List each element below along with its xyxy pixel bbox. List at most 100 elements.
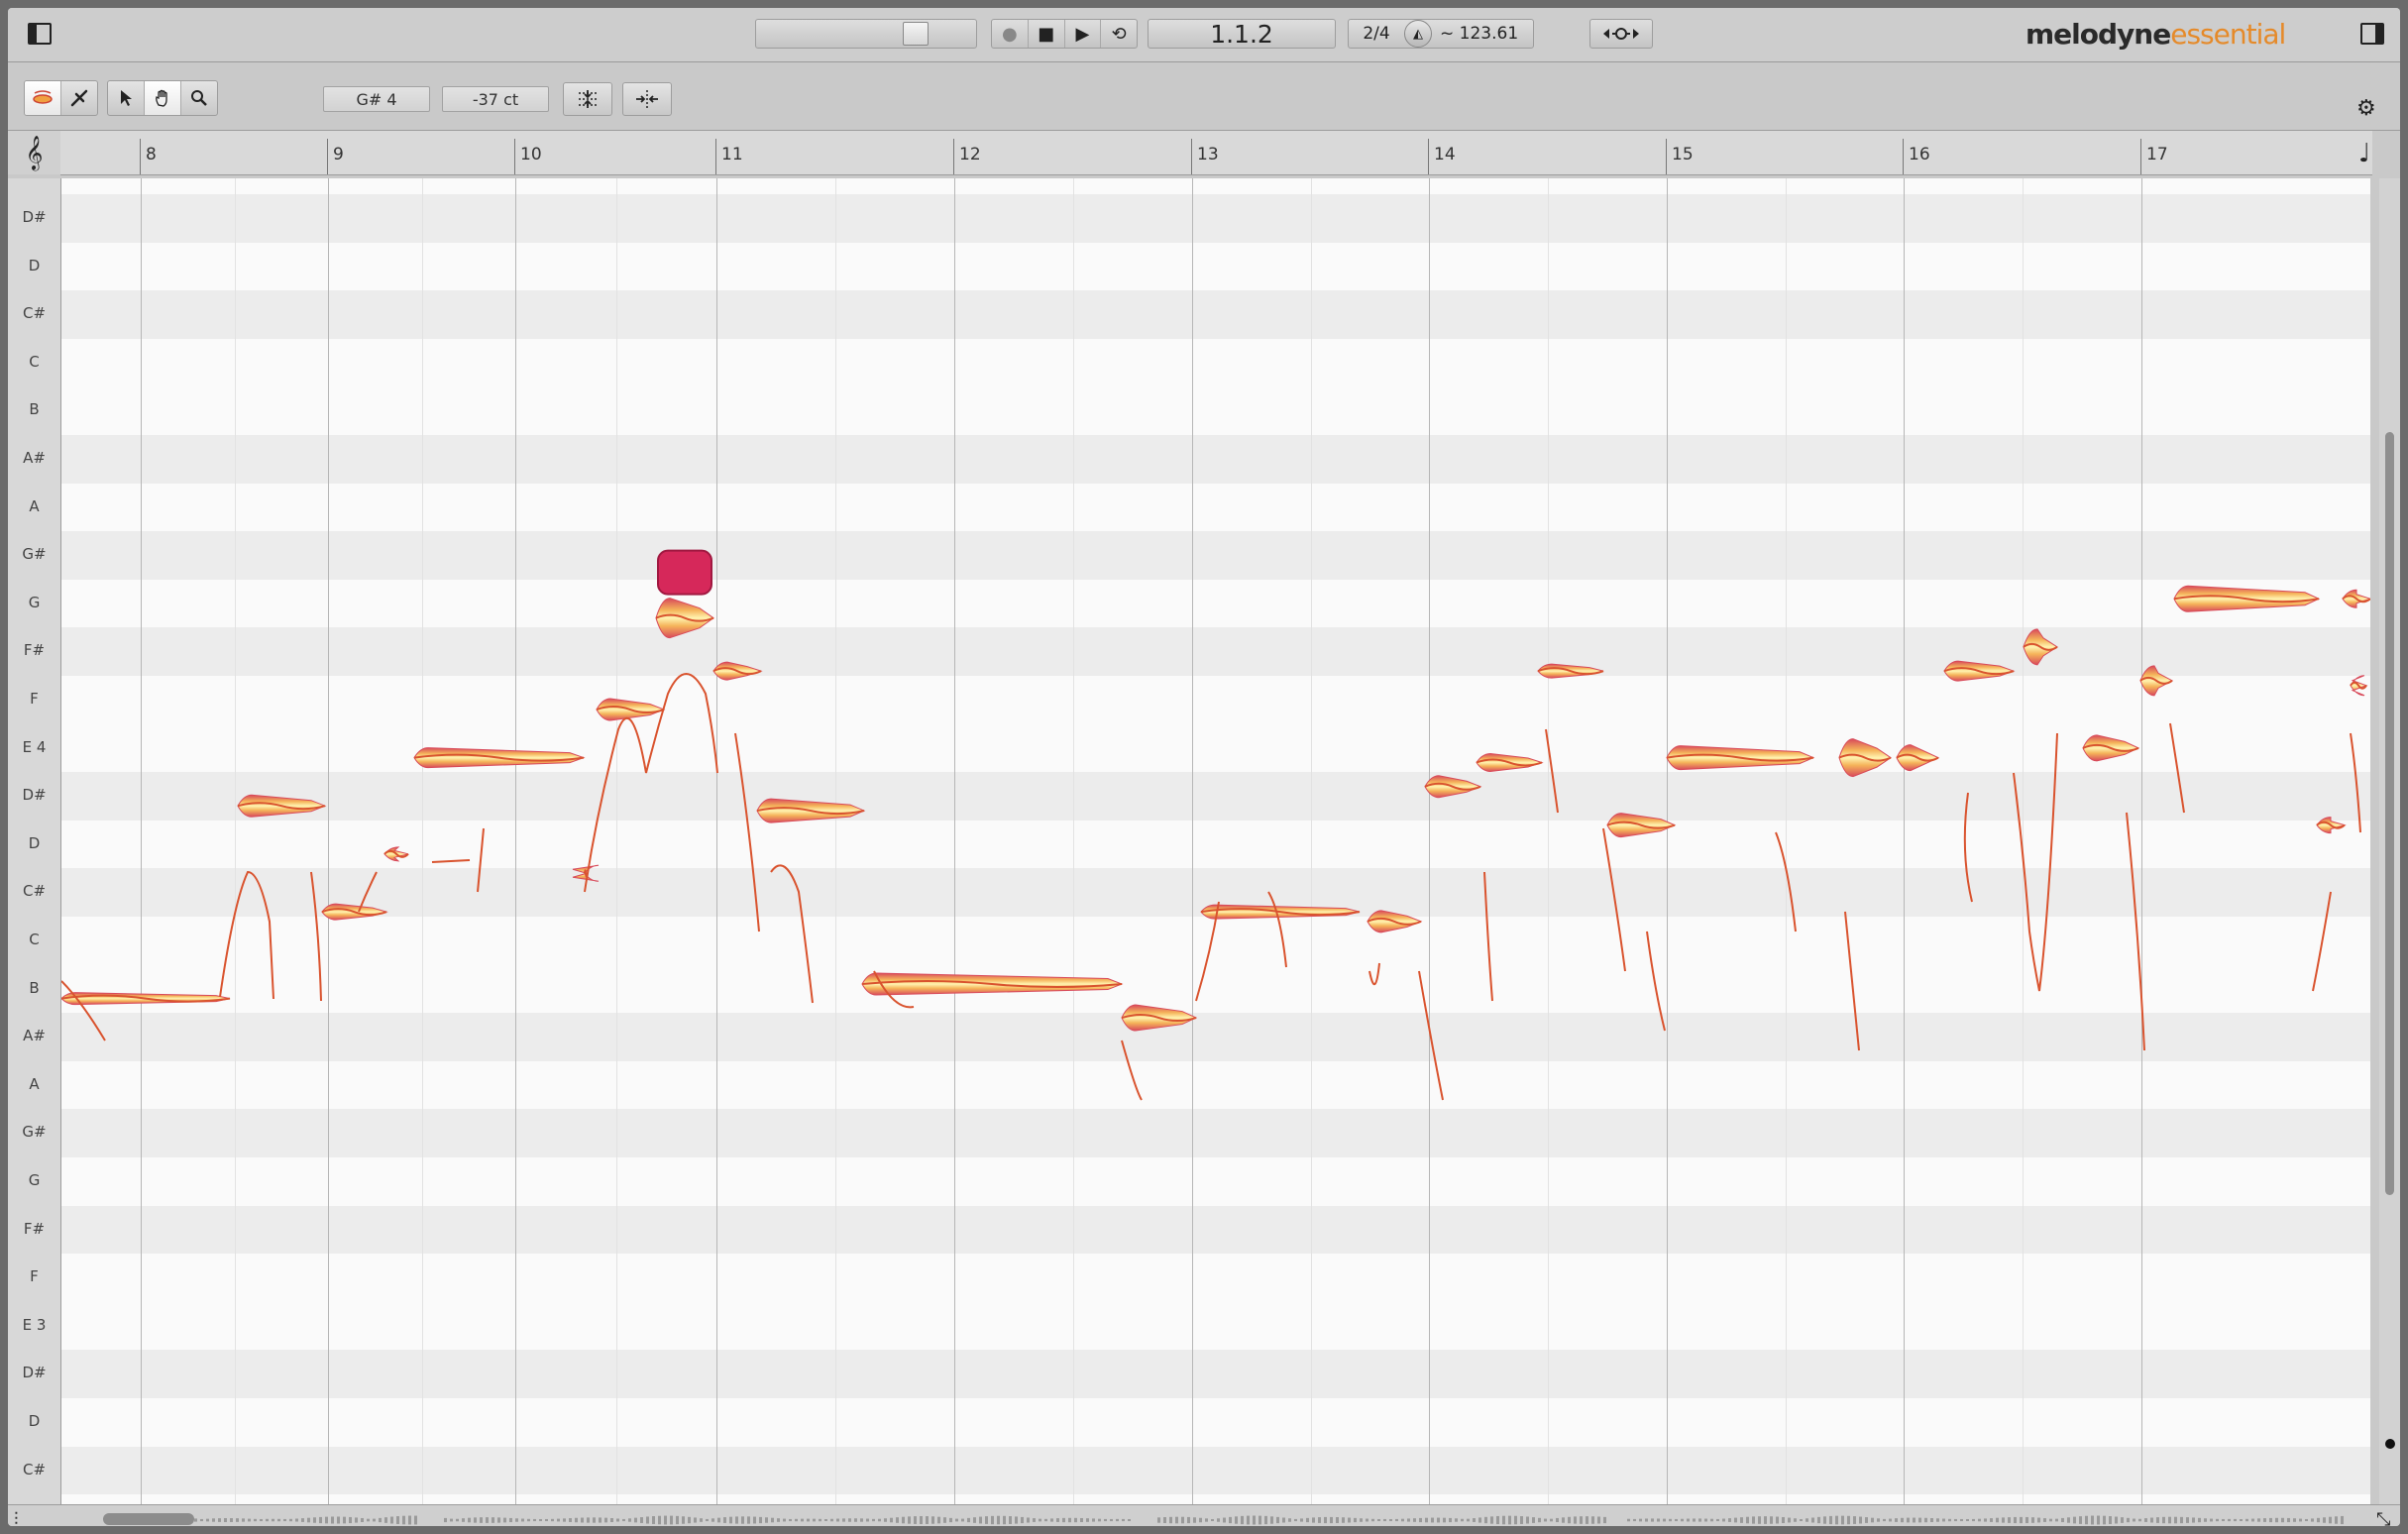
overview-wave-segment: [1205, 1518, 1208, 1522]
quantize-pitch-button[interactable]: [563, 82, 612, 116]
overview-wave-segment: [1223, 1517, 1226, 1523]
overview-wave-segment: [1698, 1518, 1701, 1522]
tempo-sync-button[interactable]: [1589, 19, 1653, 49]
overview-wave-segment: [783, 1518, 786, 1522]
overview-wave-segment: [575, 1517, 578, 1523]
selected-note-blob[interactable]: [657, 549, 712, 596]
overview-wave-segment: [343, 1516, 346, 1524]
overview-wave-segment: [1324, 1516, 1327, 1524]
key-label: F: [30, 690, 39, 708]
overview-bar[interactable]: ⫶ ⤡: [8, 1504, 2400, 1526]
zoom-tool-icon[interactable]: [181, 81, 217, 115]
overview-wave-segment: [1478, 1517, 1481, 1523]
overview-wave-segment: [1901, 1517, 1904, 1523]
overview-wave-segment: [462, 1518, 465, 1522]
overview-wave-segment: [1924, 1517, 1927, 1523]
overview-wave-segment: [2020, 1516, 2023, 1524]
overview-wave-segment: [206, 1518, 209, 1522]
loop-button[interactable]: ⟲: [1101, 20, 1137, 48]
pitch-drift-line: [2013, 732, 2058, 992]
overview-wave-segment: [1264, 1515, 1267, 1525]
overview-wave-segment: [1782, 1516, 1785, 1524]
overview-wave-segment: [1675, 1518, 1678, 1522]
overview-wave-segment: [1401, 1518, 1404, 1522]
overview-wave-segment: [1972, 1518, 1975, 1522]
note-value-icon[interactable]: ♩: [2358, 139, 2370, 168]
overview-wave-segment: [1496, 1515, 1499, 1525]
overview-wave-segment: [795, 1518, 798, 1522]
overview-wave-segment: [1169, 1516, 1172, 1524]
pitch-drift-line: [2126, 812, 2145, 1051]
pitch-tool-icon[interactable]: [25, 81, 61, 115]
overview-wave-segment: [444, 1517, 447, 1523]
treble-clef-icon[interactable]: 𝄞: [8, 131, 60, 174]
overview-wave-segment: [1437, 1517, 1440, 1523]
overview-wave-segment: [1259, 1515, 1261, 1525]
overview-wave-segment: [1455, 1518, 1458, 1522]
resize-corner-icon[interactable]: ⤡: [2376, 1509, 2390, 1526]
vertical-scroll-thumb[interactable]: [2385, 432, 2394, 1195]
overview-wave-segment: [456, 1518, 459, 1522]
pitch-tool-group: [24, 80, 98, 116]
play-button[interactable]: ▶: [1065, 20, 1102, 48]
timeline-ruler[interactable]: 8 9 10 11 12 13 14 15 16 17: [60, 131, 2372, 175]
overview-wave-segment: [658, 1515, 661, 1525]
overview-wave-segment: [1913, 1517, 1915, 1523]
overview-wave-segment: [866, 1518, 869, 1522]
left-panel-icon[interactable]: [28, 23, 52, 45]
overview-wave-segment: [1407, 1518, 1410, 1522]
vertical-scrollbar[interactable]: [2379, 178, 2400, 1504]
overview-wave-segment: [1443, 1517, 1446, 1523]
key-label: E 3: [22, 1315, 47, 1334]
overview-wave-segment: [373, 1518, 376, 1522]
overview-wave-segment: [1716, 1518, 1719, 1522]
playback-position-slider[interactable]: [755, 19, 977, 49]
overview-wave-segment: [1003, 1515, 1006, 1525]
tempo-value[interactable]: ~ 123.61: [1440, 24, 1518, 44]
overview-wave-segment: [242, 1518, 245, 1522]
overview-wave-segment: [1734, 1517, 1737, 1523]
key-label: B: [29, 400, 40, 419]
overview-wave-segment: [1062, 1517, 1065, 1523]
position-display[interactable]: 1.1.2: [1148, 19, 1336, 49]
overview-wave-segment: [260, 1518, 263, 1522]
overview-wave-segment: [670, 1515, 673, 1525]
overview-wave-segment: [468, 1517, 471, 1523]
record-button[interactable]: ●: [992, 20, 1029, 48]
overview-wave-segment: [379, 1517, 382, 1523]
right-panel-icon[interactable]: [2360, 23, 2384, 45]
overview-wave-segment: [2281, 1517, 2284, 1523]
pitch-drift-line: [1646, 931, 1666, 1032]
settings-gear-icon[interactable]: ⚙: [2356, 96, 2376, 121]
overview-wave-segment: [747, 1516, 750, 1524]
key-label: G: [28, 1171, 41, 1189]
zoom-dot-icon[interactable]: [2385, 1439, 2395, 1449]
hand-tool-icon[interactable]: [145, 81, 181, 115]
quantize-time-button[interactable]: [622, 82, 672, 116]
overview-wave-segment: [1996, 1517, 1999, 1523]
metronome-icon[interactable]: ◭: [1404, 20, 1432, 48]
pitch-field[interactable]: G# 4: [323, 86, 430, 112]
overview-wave-segment: [1895, 1518, 1898, 1522]
melodyne-window: ● ■ ▶ ⟲ 1.1.2 2/4 ◭ ~ 123.61 melodyneess…: [0, 0, 2408, 1534]
macro-tool-icon[interactable]: [61, 81, 97, 115]
overview-wave-segment: [1740, 1517, 1743, 1523]
arrow-tool-icon[interactable]: [108, 81, 145, 115]
note-editor-grid[interactable]: [61, 178, 2370, 1504]
stop-button[interactable]: ■: [1029, 20, 1065, 48]
overview-icon[interactable]: ⫶: [14, 1509, 19, 1526]
overview-wave-segment: [2150, 1517, 2153, 1523]
horizontal-scroll-thumb[interactable]: [103, 1513, 194, 1525]
overview-wave-segment: [616, 1518, 619, 1522]
overview-wave-segment: [1348, 1517, 1351, 1523]
pitch-drift-line: [1368, 962, 1380, 985]
overview-wave-segment: [1021, 1516, 1024, 1524]
overview-wave-segment: [2210, 1518, 2213, 1522]
overview-wave-segment: [872, 1518, 875, 1522]
slider-thumb[interactable]: [903, 22, 929, 46]
time-signature[interactable]: 2/4: [1349, 24, 1404, 44]
overview-wave-segment: [955, 1518, 958, 1522]
overview-wave-segment: [985, 1516, 988, 1524]
overview-wave-segment: [230, 1518, 233, 1522]
cents-field[interactable]: -37 ct: [442, 86, 549, 112]
